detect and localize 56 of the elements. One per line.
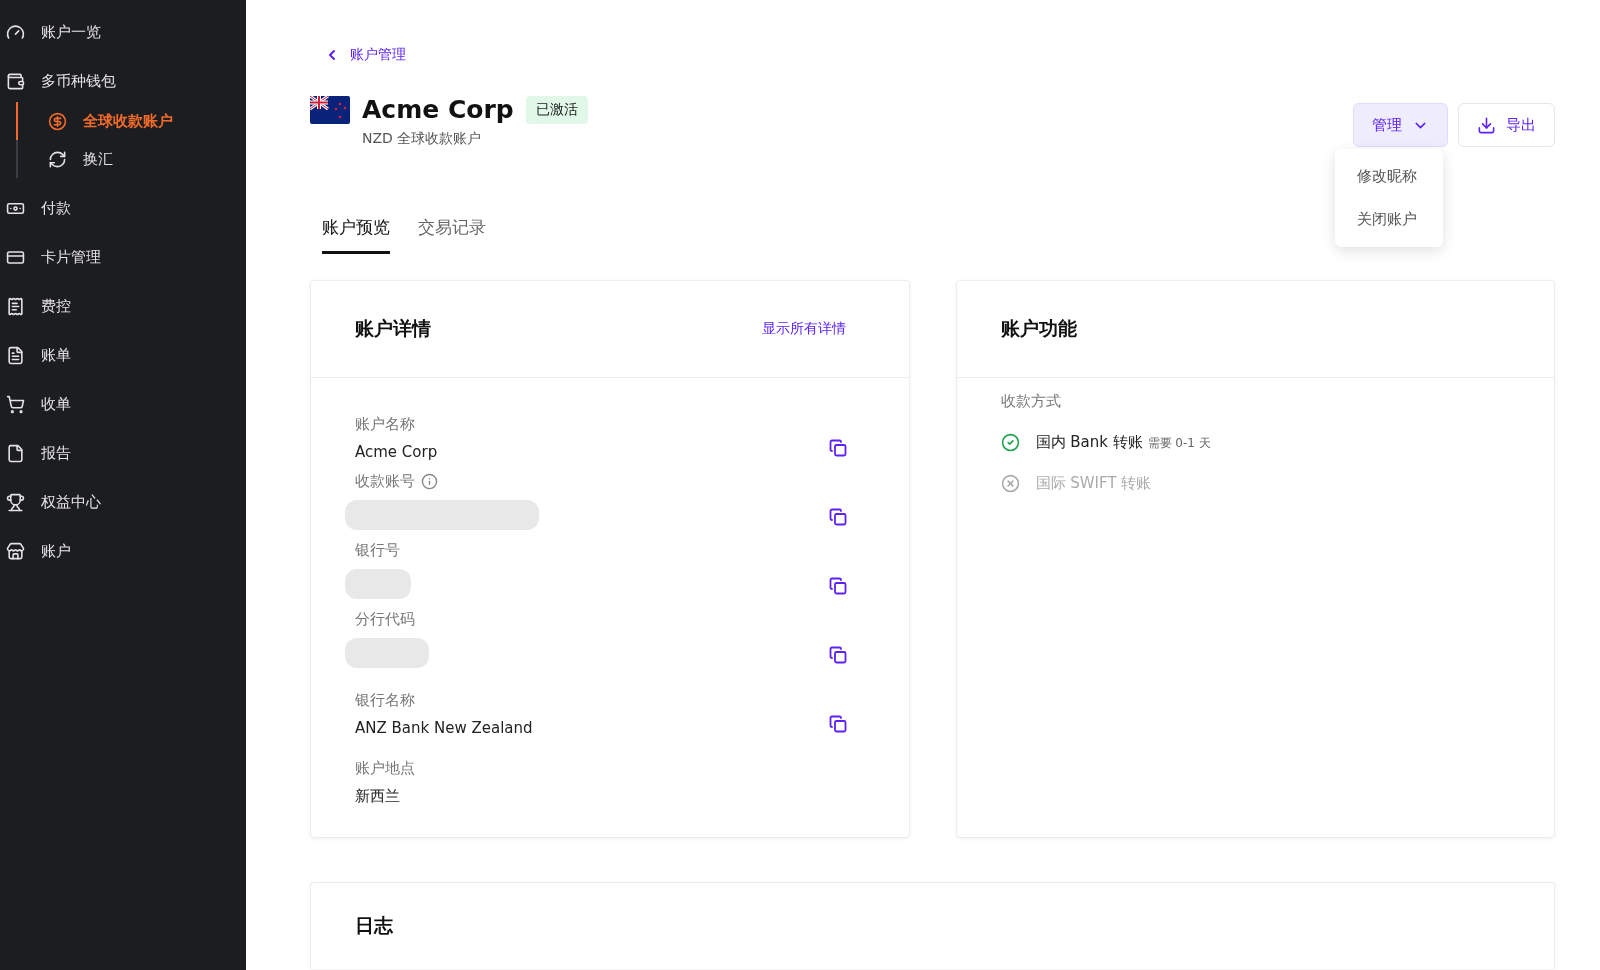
field-value: ANZ Bank New Zealand bbox=[355, 719, 533, 737]
account-title: Acme Corp bbox=[362, 95, 514, 124]
info-icon[interactable] bbox=[421, 473, 438, 490]
status-badge: 已激活 bbox=[525, 95, 588, 124]
file-icon bbox=[6, 444, 25, 463]
field-label: 分行代码 bbox=[355, 610, 415, 629]
sidebar-item[interactable]: 费控 bbox=[0, 282, 246, 331]
account-subtitle: NZD 全球收款账户 bbox=[362, 130, 483, 148]
store-icon bbox=[6, 542, 25, 561]
new-zealand-flag-icon bbox=[310, 95, 350, 124]
tab[interactable]: 交易记录 bbox=[418, 216, 486, 254]
method-name: 国内 Bank 转账 需要 0-1 天 bbox=[1035, 433, 1211, 452]
cart-icon bbox=[6, 395, 25, 414]
field-label: 收款账号 bbox=[355, 472, 415, 491]
field-value: 新西兰 bbox=[355, 787, 401, 806]
sidebar-item[interactable]: 报告 bbox=[0, 429, 246, 478]
copy-icon[interactable] bbox=[828, 715, 847, 733]
copy-icon[interactable] bbox=[828, 439, 847, 457]
copy-icon[interactable] bbox=[828, 508, 847, 526]
refresh-icon bbox=[48, 149, 67, 169]
field-value: Acme Corp bbox=[355, 443, 438, 461]
field-label: 银行名称 bbox=[355, 691, 415, 710]
show-details-link[interactable]: 显示所有详情 bbox=[761, 320, 846, 338]
card-icon bbox=[6, 248, 25, 267]
field-label: 账户名称 bbox=[355, 415, 415, 434]
field-label: 银行号 bbox=[355, 541, 400, 560]
tab[interactable]: 账户预览 bbox=[322, 216, 390, 254]
sidebar-subitem[interactable]: 换汇 bbox=[16, 140, 246, 178]
sidebar-subitem[interactable]: 全球收款账户 bbox=[16, 102, 246, 140]
sidebar-item[interactable]: 付款 bbox=[0, 184, 246, 233]
menu-item[interactable]: 关闭账户 bbox=[1335, 198, 1443, 241]
sidebar-item[interactable]: 卡片管理 bbox=[0, 233, 246, 282]
document-icon bbox=[6, 346, 25, 365]
section-label: 收款方式 bbox=[1000, 392, 1062, 411]
receipt-icon bbox=[6, 297, 25, 316]
copy-icon[interactable] bbox=[828, 646, 847, 664]
wallet-icon bbox=[6, 72, 25, 91]
dollar-coin-icon bbox=[48, 111, 67, 131]
card-title: 日志 bbox=[355, 913, 393, 938]
trophy-icon bbox=[6, 493, 25, 512]
sidebar-item[interactable]: 账户 bbox=[0, 527, 246, 576]
back-link[interactable]: 账户管理 bbox=[324, 46, 406, 64]
gauge-icon bbox=[6, 23, 25, 42]
field-label: 账户地点 bbox=[355, 759, 415, 778]
sidebar-item[interactable]: 权益中心 bbox=[0, 478, 246, 527]
copy-icon[interactable] bbox=[828, 577, 847, 595]
sidebar-item[interactable]: 账单 bbox=[0, 331, 246, 380]
sidebar-item[interactable]: 收单 bbox=[0, 380, 246, 429]
download-icon bbox=[1477, 115, 1496, 135]
manage-button[interactable]: 管理 bbox=[1353, 103, 1448, 147]
menu-item[interactable]: 修改昵称 bbox=[1335, 155, 1443, 198]
method-name: 国际 SWIFT 转账 bbox=[1035, 474, 1152, 493]
card-title: 账户功能 bbox=[1000, 316, 1077, 341]
export-button[interactable]: 导出 bbox=[1458, 103, 1555, 147]
card-title: 账户详情 bbox=[355, 316, 431, 341]
sidebar-item[interactable]: 账户一览 bbox=[0, 8, 246, 57]
